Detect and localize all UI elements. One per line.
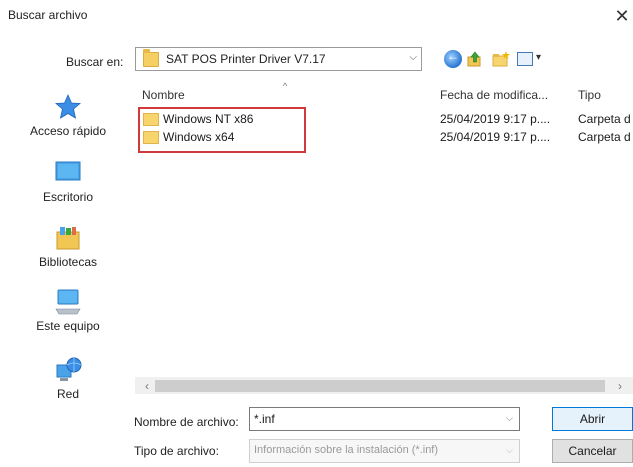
column-header-date[interactable]: Fecha de modifica...	[440, 88, 548, 102]
star-icon	[52, 92, 84, 122]
lookin-dropdown[interactable]: SAT POS Printer Driver V7.17 ⌵	[135, 47, 422, 71]
sidebar-item-label: Acceso rápido	[29, 124, 107, 138]
folder-icon	[143, 49, 159, 67]
file-date: 25/04/2019 9:17 p....	[440, 112, 551, 126]
open-button[interactable]: Abrir	[552, 407, 633, 431]
sidebar-item-label: Escritorio	[42, 190, 93, 204]
column-header-type[interactable]: Tipo	[578, 88, 601, 102]
window-title: Buscar archivo	[8, 8, 88, 22]
column-header-name[interactable]: Nombre	[142, 88, 185, 102]
sidebar-item-network[interactable]: Red	[6, 355, 130, 401]
title-bar	[0, 0, 633, 38]
network-icon	[52, 355, 84, 385]
file-type: Carpeta d	[578, 112, 631, 126]
filename-label: Nombre de archivo:	[134, 415, 239, 429]
views-dropdown-arrow-icon[interactable]: ▾	[536, 52, 541, 63]
scroll-right-icon[interactable]: ›	[618, 379, 622, 393]
sort-ascending-icon: ^	[283, 81, 288, 91]
chevron-down-icon: ⌵	[409, 52, 417, 63]
lookin-value: SAT POS Printer Driver V7.17	[166, 52, 326, 66]
sidebar-item-label: Red	[56, 387, 79, 401]
filename-input[interactable]: *.inf ⌵	[249, 407, 520, 431]
views-icon[interactable]	[517, 52, 533, 66]
file-type: Carpeta d	[578, 130, 631, 144]
file-date: 25/04/2019 9:17 p....	[440, 130, 551, 144]
scrollbar-thumb[interactable]	[155, 380, 605, 392]
filetype-select[interactable]: Información sobre la instalación (*.inf)…	[249, 439, 520, 463]
sidebar-item-label: Este equipo	[36, 319, 100, 333]
new-folder-icon[interactable]	[491, 50, 510, 68]
libraries-icon	[52, 223, 84, 253]
sidebar-item-libraries[interactable]: Bibliotecas	[6, 223, 130, 269]
chevron-down-icon[interactable]: ⌵	[506, 413, 513, 424]
scroll-left-icon[interactable]: ‹	[145, 379, 149, 393]
back-icon[interactable]	[444, 49, 462, 68]
sidebar-item-this-pc[interactable]: Este equipo	[6, 287, 130, 333]
computer-icon	[52, 287, 84, 317]
filename-value: *.inf	[254, 412, 275, 426]
filetype-label: Tipo de archivo:	[134, 444, 219, 458]
lookin-label: Buscar en:	[66, 55, 124, 69]
up-folder-icon[interactable]	[466, 50, 484, 68]
filetype-value: Información sobre la instalación (*.inf)	[254, 444, 439, 456]
chevron-down-icon: ⌵	[506, 445, 513, 455]
desktop-icon	[52, 158, 84, 188]
cancel-button[interactable]: Cancelar	[552, 439, 633, 463]
sidebar-item-label: Bibliotecas	[38, 255, 98, 269]
sidebar-item-quick-access[interactable]: Acceso rápido	[6, 92, 130, 138]
highlight-annotation-box	[138, 107, 306, 153]
close-icon[interactable]: ✕	[611, 4, 633, 28]
sidebar-item-desktop[interactable]: Escritorio	[6, 158, 130, 204]
